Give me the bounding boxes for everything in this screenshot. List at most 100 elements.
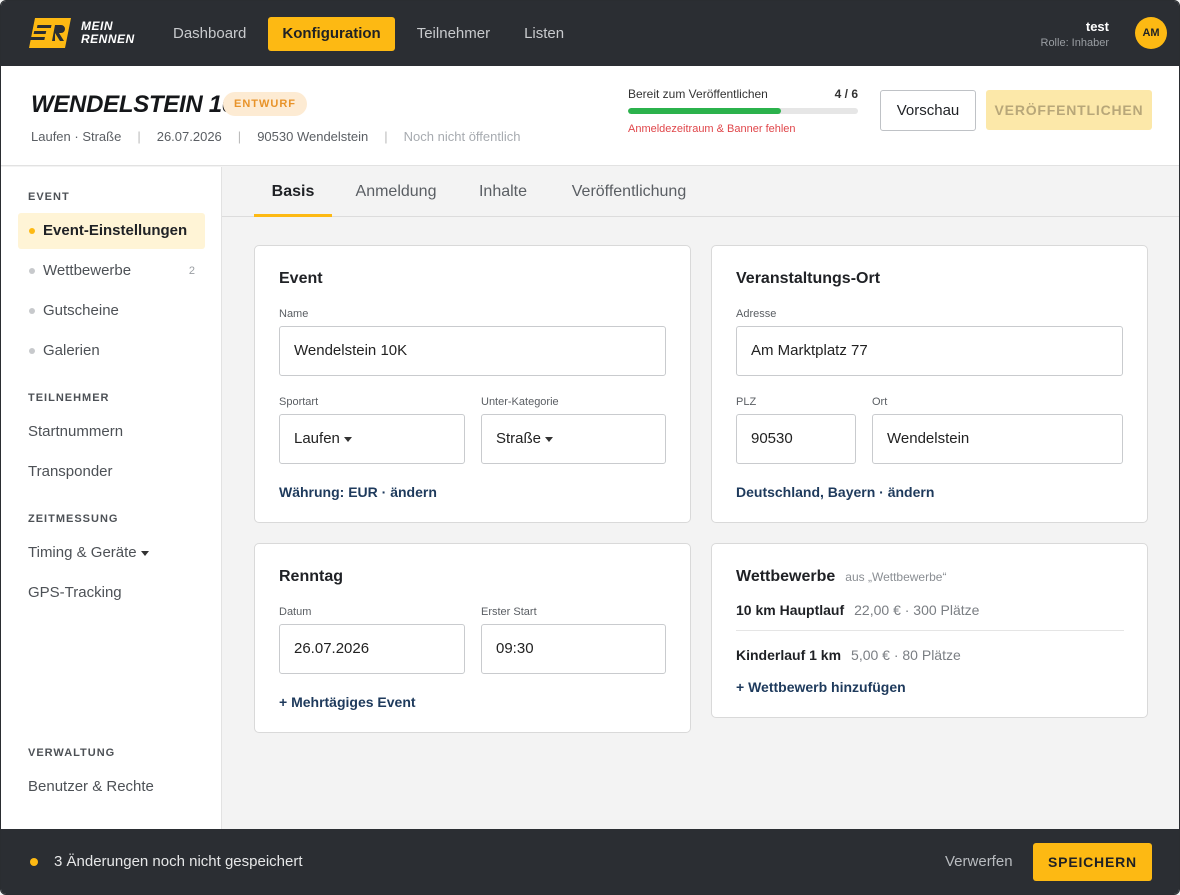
page-title: WENDELSTEIN 10K xyxy=(31,91,252,118)
card-title: Renntag xyxy=(279,568,343,585)
region-change-link[interactable]: Deutschland, Bayern · ändern xyxy=(736,484,934,500)
app-window: MEIN RENNEN Dashboard Konfiguration Teil… xyxy=(0,0,1180,895)
sidebar: EVENT Event-Einstellungen Wettbewerbe 2 … xyxy=(1,167,222,829)
readiness-bar xyxy=(628,108,858,114)
bullet-icon xyxy=(29,308,35,314)
sidebar-section-event: EVENT xyxy=(28,191,70,203)
brand-logo[interactable]: MEIN RENNEN xyxy=(29,18,135,48)
meta-separator: | xyxy=(237,129,242,144)
unsaved-changes-bar: 3 Änderungen noch nicht gespeichert Verw… xyxy=(1,829,1179,894)
address-label: Adresse xyxy=(736,308,777,320)
subcategory-label: Unter-Kategorie xyxy=(481,396,559,408)
meta-separator: | xyxy=(137,129,141,144)
sidebar-item-wettbewerbe[interactable]: Wettbewerbe 2 xyxy=(18,253,205,289)
card-title: Event xyxy=(279,270,323,287)
chevron-down-icon xyxy=(343,436,352,442)
tab-basis[interactable]: Basis xyxy=(254,167,332,217)
tab-veroeffentlichung[interactable]: Veröffentlichung xyxy=(564,167,694,217)
zip-input[interactable]: 90530 xyxy=(736,414,856,464)
raceday-card: Renntag Datum 26.07.2026 Erster Start 09… xyxy=(254,543,691,733)
event-card: Event Name Wendelstein 10K Sportart Lauf… xyxy=(254,245,691,523)
meta-sport: Laufen · Straße xyxy=(31,129,122,144)
bullet-icon xyxy=(29,268,35,274)
sidebar-item-startnummern[interactable]: Startnummern xyxy=(18,414,205,450)
brand-line-2: RENNEN xyxy=(81,32,135,46)
sidebar-item-timing[interactable]: Timing & Geräte xyxy=(18,535,205,571)
readiness-progress: Bereit zum Veröffentlichen 4 / 6 Anmelde… xyxy=(628,87,858,135)
user-name: test xyxy=(1085,19,1109,34)
brand-name: MEIN RENNEN xyxy=(81,20,135,46)
sidebar-item-label: Wettbewerbe xyxy=(43,262,132,279)
chevron-down-icon xyxy=(140,550,149,556)
card-title: Veranstaltungs-Ort xyxy=(736,270,881,287)
meta-date: 26.07.2026 xyxy=(156,129,222,144)
discard-button[interactable]: Verwerfen xyxy=(945,853,1013,870)
list-item[interactable]: Kinderlauf 1 km 5,00 € · 80 Plätze xyxy=(736,647,961,663)
main-nav: Dashboard Konfiguration Teilnehmer Liste… xyxy=(161,17,586,51)
nav-dashboard[interactable]: Dashboard xyxy=(161,17,258,51)
sidebar-item-gps[interactable]: GPS-Tracking xyxy=(18,575,205,611)
sidebar-item-benutzer[interactable]: Benutzer & Rechte xyxy=(18,769,205,805)
sport-select-value: Laufen xyxy=(294,430,340,447)
date-input[interactable]: 26.07.2026 xyxy=(279,624,465,674)
chevron-down-icon xyxy=(545,436,554,442)
meta-visibility: Noch nicht öffentlich xyxy=(403,129,521,144)
card-title-text: Wettbewerbe xyxy=(736,568,836,585)
sidebar-item-transponder[interactable]: Transponder xyxy=(18,454,205,490)
card-title: Wettbewerbe aus „Wettbewerbe“ xyxy=(736,568,946,586)
save-button[interactable]: SPEICHERN xyxy=(1033,843,1152,881)
sidebar-item-label: Galerien xyxy=(43,342,100,359)
event-name-input[interactable]: Wendelstein 10K xyxy=(279,326,666,376)
unsaved-indicator-icon xyxy=(30,858,38,866)
readiness-warning: Anmeldezeitraum & Banner fehlen xyxy=(628,123,796,135)
preview-button[interactable]: Vorschau xyxy=(880,90,976,131)
divider xyxy=(736,630,1124,631)
competition-meta: 5,00 € · 80 Plätze xyxy=(851,647,961,663)
publish-button[interactable]: VERÖFFENTLICHEN xyxy=(986,90,1152,130)
source-note: aus „Wettbewerbe“ xyxy=(845,570,947,584)
sidebar-item-galerien[interactable]: Galerien xyxy=(18,333,205,369)
subcategory-select[interactable]: Straße xyxy=(481,414,666,464)
tab-inhalte[interactable]: Inhalte xyxy=(470,167,536,217)
sport-label: Sportart xyxy=(279,396,319,408)
tab-anmeldung[interactable]: Anmeldung xyxy=(348,167,444,217)
add-competition-link[interactable]: + Wettbewerb hinzufügen xyxy=(736,679,906,695)
sidebar-section-verwaltung: VERWALTUNG xyxy=(28,747,116,759)
readiness-bar-fill xyxy=(628,108,782,114)
competitions-card: Wettbewerbe aus „Wettbewerbe“ 10 km Haupt… xyxy=(711,543,1148,718)
competition-meta: 22,00 € · 300 Plätze xyxy=(854,602,980,618)
unsaved-changes-text: 3 Änderungen noch nicht gespeichert xyxy=(54,853,303,870)
bullet-icon xyxy=(29,228,35,234)
sidebar-section-zeitmessung: ZEITMESSUNG xyxy=(28,513,119,525)
list-item[interactable]: 10 km Hauptlauf 22,00 € · 300 Plätze xyxy=(736,602,979,618)
city-label: Ort xyxy=(872,396,888,408)
sidebar-item-label: Timing & Geräte xyxy=(28,544,137,561)
nav-listen[interactable]: Listen xyxy=(512,17,576,51)
competition-name: 10 km Hauptlauf xyxy=(736,602,845,618)
meta-separator: | xyxy=(384,129,388,144)
brand-logo-icon xyxy=(29,18,71,48)
competition-name: Kinderlauf 1 km xyxy=(736,647,842,663)
currency-change-link[interactable]: Währung: EUR · ändern xyxy=(279,484,437,500)
nav-konfiguration[interactable]: Konfiguration xyxy=(268,17,395,51)
address-input[interactable]: Am Marktplatz 77 xyxy=(736,326,1123,376)
name-label: Name xyxy=(279,308,309,320)
multiday-event-link[interactable]: + Mehrtägiges Event xyxy=(279,694,416,710)
sidebar-item-gutscheine[interactable]: Gutscheine xyxy=(18,293,205,329)
sidebar-section-teilnehmer: TEILNEHMER xyxy=(28,392,110,404)
status-badge: ENTWURF xyxy=(223,92,307,116)
sidebar-item-event-settings[interactable]: Event-Einstellungen xyxy=(18,213,205,249)
user-info: test Rolle: Inhaber xyxy=(1041,19,1110,49)
sport-select[interactable]: Laufen xyxy=(279,414,465,464)
start-time-input[interactable]: 09:30 xyxy=(481,624,666,674)
user-role: Rolle: Inhaber xyxy=(1040,37,1110,49)
bullet-icon xyxy=(29,348,35,354)
city-input[interactable]: Wendelstein xyxy=(872,414,1123,464)
readiness-label: Bereit zum Veröffentlichen xyxy=(628,87,768,101)
avatar[interactable]: AM xyxy=(1135,17,1167,49)
readiness-count: 4 / 6 xyxy=(834,87,858,101)
zip-label: PLZ xyxy=(736,396,757,408)
nav-teilnehmer[interactable]: Teilnehmer xyxy=(405,17,502,51)
sidebar-item-label: Gutscheine xyxy=(43,302,119,319)
sidebar-item-label: Event-Einstellungen xyxy=(43,222,188,239)
